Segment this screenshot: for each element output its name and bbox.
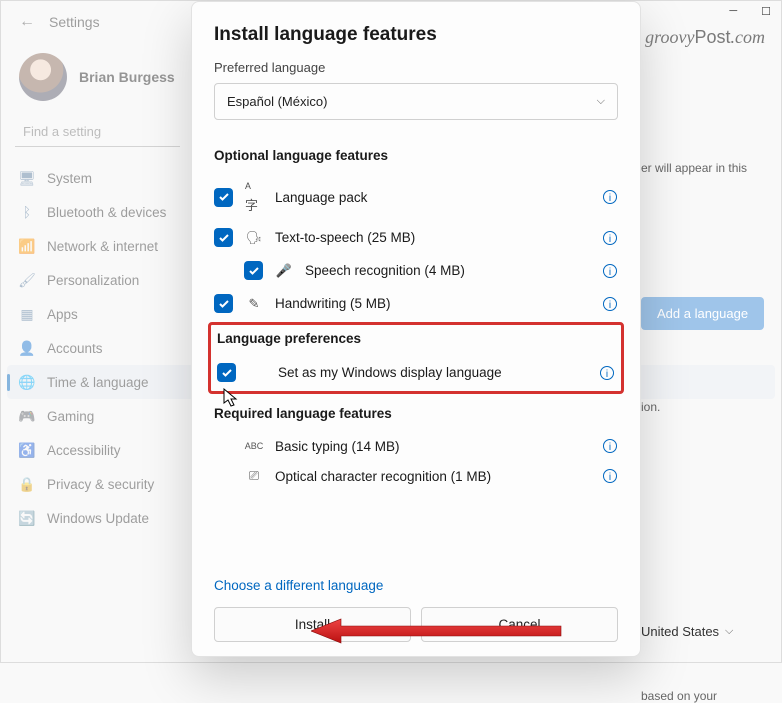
svg-text:i: i <box>609 267 611 278</box>
minimize-button[interactable]: ─ <box>729 5 737 18</box>
highlight-annotation: Language preferences Set as my Windows d… <box>208 322 624 394</box>
user-name: Brian Burgess <box>79 69 175 85</box>
nav-icon: ᛒ <box>19 204 35 220</box>
chevron-down-icon: ⌵ <box>725 625 733 638</box>
nav-icon: ♿ <box>19 442 35 458</box>
nav-icon: 🖥 <box>19 170 35 186</box>
bg-text: ion. <box>641 400 781 414</box>
search-input[interactable] <box>15 117 180 147</box>
checkbox-checked[interactable] <box>214 294 233 313</box>
nav-icon: 🌐 <box>19 374 35 390</box>
window-title: Settings <box>49 14 100 30</box>
info-icon[interactable]: i <box>602 296 618 312</box>
feature-basic-typing: ABC Basic typing (14 MB) i <box>214 431 618 461</box>
checkbox-checked[interactable] <box>217 363 236 382</box>
nav-icon: 🔄 <box>19 510 35 526</box>
chevron-down-icon: ⌵ <box>597 95 605 108</box>
back-icon[interactable]: ← <box>19 13 35 31</box>
nav-icon: 🖌 <box>19 272 35 288</box>
install-button[interactable]: Install <box>214 607 411 642</box>
checkbox-checked[interactable] <box>214 188 233 207</box>
info-icon[interactable]: i <box>602 468 618 484</box>
tts-icon: 🗣 <box>245 230 263 246</box>
optional-features-header: Optional language features <box>214 148 618 163</box>
feature-handwriting[interactable]: ✎ Handwriting (5 MB) i <box>214 287 618 320</box>
avatar <box>19 53 67 101</box>
cancel-button[interactable]: Cancel <box>421 607 618 642</box>
feature-ocr: ⎚ Optical character recognition (1 MB) i <box>214 461 618 491</box>
typing-icon: ABC <box>245 441 263 451</box>
microphone-icon: 🎤 <box>275 263 293 279</box>
svg-text:i: i <box>606 369 608 380</box>
info-icon[interactable]: i <box>602 263 618 279</box>
svg-text:i: i <box>609 234 611 245</box>
language-preferences-header: Language preferences <box>217 331 615 346</box>
required-features-header: Required language features <box>214 406 618 421</box>
checkbox-checked[interactable] <box>214 228 233 247</box>
bg-text: based on your <box>641 689 781 703</box>
info-icon[interactable]: i <box>602 438 618 454</box>
bg-text: er will appear in this <box>641 161 781 175</box>
nav-icon: 🎮 <box>19 408 35 424</box>
add-language-button[interactable]: Add a language <box>641 297 764 330</box>
svg-text:i: i <box>609 300 611 311</box>
handwriting-icon: ✎ <box>245 296 263 312</box>
feature-language-pack[interactable]: ᴬ字 Language pack i <box>214 173 618 221</box>
install-language-dialog: Install language features Preferred lang… <box>191 1 641 657</box>
info-icon[interactable]: i <box>599 365 615 381</box>
maximize-button[interactable]: ☐ <box>761 5 771 18</box>
nav-icon: 👤 <box>19 340 35 356</box>
feature-speech-recognition[interactable]: 🎤 Speech recognition (4 MB) i <box>214 254 618 287</box>
nav-icon: 🔒 <box>19 476 35 492</box>
nav-icon: 📶 <box>19 238 35 254</box>
preferred-language-label: Preferred language <box>214 60 618 75</box>
dialog-title: Install language features <box>214 24 618 46</box>
info-icon[interactable]: i <box>602 230 618 246</box>
watermark: groovyPost.com <box>645 27 765 48</box>
country-dropdown[interactable]: United States ⌵ <box>641 624 781 639</box>
info-icon[interactable]: i <box>602 189 618 205</box>
language-dropdown[interactable]: Español (México) ⌵ <box>214 83 618 120</box>
language-pack-icon: ᴬ字 <box>245 180 263 214</box>
svg-text:i: i <box>609 472 611 483</box>
checkbox-checked[interactable] <box>244 261 263 280</box>
svg-text:i: i <box>609 193 611 204</box>
nav-icon: ▦ <box>19 306 35 322</box>
feature-tts[interactable]: 🗣 Text-to-speech (25 MB) i <box>214 221 618 254</box>
svg-text:i: i <box>609 442 611 453</box>
choose-different-language-link[interactable]: Choose a different language <box>214 568 618 607</box>
feature-display-language[interactable]: Set as my Windows display language i <box>217 356 615 389</box>
ocr-icon: ⎚ <box>245 468 263 484</box>
